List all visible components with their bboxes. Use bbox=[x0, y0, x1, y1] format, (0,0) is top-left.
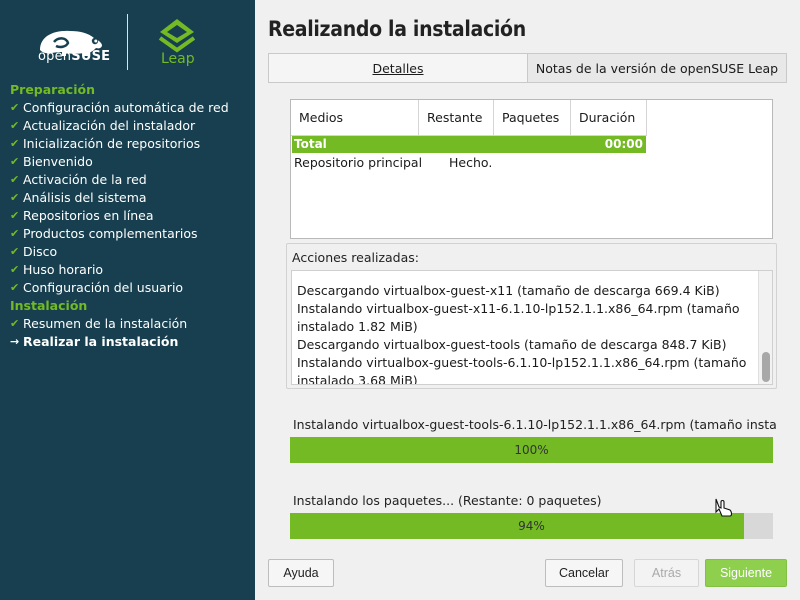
step-item: ✔ Bienvenido bbox=[10, 154, 93, 169]
step-item: ✔ Análisis del sistema bbox=[10, 190, 147, 205]
page-title: Realizando la instalación bbox=[268, 17, 526, 41]
step-item: ✔ Inicialización de repositorios bbox=[10, 136, 201, 151]
step-item: ✔ Repositorios en línea bbox=[10, 208, 154, 223]
log-scrollbar[interactable] bbox=[758, 271, 772, 384]
back-button[interactable]: Atrás bbox=[634, 559, 699, 587]
progress-percent: 94% bbox=[518, 519, 545, 533]
leap-wordmark: Leap bbox=[161, 51, 195, 67]
arrow-right-icon: → bbox=[10, 335, 20, 348]
progress-percent: 100% bbox=[514, 443, 549, 457]
column-header-restante[interactable]: Restante bbox=[419, 100, 494, 136]
check-icon: ✔ bbox=[10, 245, 20, 258]
check-icon: ✔ bbox=[10, 101, 20, 114]
log-line: instalado 3.68 MiB) bbox=[297, 373, 418, 385]
log-line: Instalando virtualbox-guest-x11-6.1.10-l… bbox=[297, 301, 740, 316]
step-item: ✔ Resumen de la instalación bbox=[10, 316, 188, 331]
check-icon: ✔ bbox=[10, 209, 20, 222]
opensuse-wordmark: openSUSE bbox=[38, 49, 111, 64]
check-icon: ✔ bbox=[10, 173, 20, 186]
check-icon: ✔ bbox=[10, 263, 20, 276]
repo-name: Repositorio principal bbox=[294, 155, 423, 170]
check-icon: ✔ bbox=[10, 119, 20, 132]
installation-steps: Preparación ✔ Configuración automática de… bbox=[10, 81, 250, 351]
check-icon: ✔ bbox=[10, 191, 20, 204]
step-section-instalacion: Instalación bbox=[10, 298, 88, 313]
total-label: Total bbox=[294, 137, 327, 151]
log-lines: Descargando virtualbox-guest-x11 (tamaño… bbox=[297, 271, 752, 385]
logo-area: openSUSE Leap bbox=[0, 0, 255, 82]
column-header-medios[interactable]: Medios bbox=[291, 100, 419, 136]
package-progress-label: Instalando virtualbox-guest-tools-6.1.10… bbox=[293, 417, 778, 432]
next-button[interactable]: Siguiente bbox=[705, 559, 787, 587]
total-row: Total 00:00 bbox=[292, 136, 646, 153]
mouse-cursor-icon bbox=[715, 498, 733, 517]
tab-release-notes[interactable]: Notas de la versión de openSUSE Leap bbox=[528, 53, 787, 83]
log-line: instalado 1.82 MiB) bbox=[297, 319, 418, 334]
log-line: Instalando virtualbox-guest-tools-6.1.10… bbox=[297, 355, 747, 370]
tab-label: Notas de la versión de openSUSE Leap bbox=[535, 61, 779, 76]
package-progress-bar: 100% bbox=[290, 437, 773, 463]
check-icon: ✔ bbox=[10, 317, 20, 330]
logo-divider bbox=[127, 14, 128, 70]
check-icon: ✔ bbox=[10, 227, 20, 240]
media-table: Medios Restante Paquetes Duración Total … bbox=[290, 99, 773, 239]
step-item: ✔ Configuración del usuario bbox=[10, 280, 184, 295]
log-line-partial bbox=[297, 271, 752, 282]
column-header-duracion[interactable]: Duración bbox=[571, 100, 647, 136]
step-item: ✔ Productos complementarios bbox=[10, 226, 198, 241]
sidebar: openSUSE Leap Preparación ✔ Configuración… bbox=[0, 0, 255, 600]
step-item: ✔ Actualización del instalador bbox=[10, 118, 196, 133]
total-progress-label: Instalando los paquetes... (Restante: 0 … bbox=[293, 493, 602, 508]
step-item-current: → Realizar la instalación bbox=[10, 334, 179, 349]
repo-status: Hecho. bbox=[449, 155, 493, 170]
actions-label: Acciones realizadas: bbox=[292, 250, 419, 265]
step-section-preparacion: Preparación bbox=[10, 82, 95, 97]
tab-detalles[interactable]: Detalles bbox=[268, 53, 528, 83]
step-item: ✔ Disco bbox=[10, 244, 58, 259]
step-item: ✔ Huso horario bbox=[10, 262, 104, 277]
total-time: 00:00 bbox=[604, 137, 643, 151]
log-line: Descargando virtualbox-guest-tools (tama… bbox=[297, 337, 727, 352]
tab-panel-border bbox=[268, 82, 787, 83]
help-button[interactable]: Ayuda bbox=[268, 559, 334, 587]
leap-logo-icon bbox=[158, 19, 196, 53]
check-icon: ✔ bbox=[10, 281, 20, 294]
tab-label: Detalles bbox=[372, 61, 424, 76]
actions-group: Acciones realizadas: Descargando virtual… bbox=[286, 243, 777, 389]
cancel-button[interactable]: Cancelar bbox=[545, 559, 623, 587]
log-line: Descargando virtualbox-guest-x11 (tamaño… bbox=[297, 283, 720, 298]
actions-log[interactable]: Descargando virtualbox-guest-x11 (tamaño… bbox=[291, 270, 773, 385]
step-item: ✔ Configuración automática de red bbox=[10, 100, 229, 115]
total-progress-bar: 94% bbox=[290, 513, 773, 539]
scrollbar-thumb[interactable] bbox=[762, 352, 770, 382]
tab-bar: Detalles Notas de la versión de openSUSE… bbox=[268, 53, 787, 83]
check-icon: ✔ bbox=[10, 155, 20, 168]
step-item: ✔ Activación de la red bbox=[10, 172, 147, 187]
column-header-paquetes[interactable]: Paquetes bbox=[494, 100, 571, 136]
table-row: Repositorio principal Hecho. bbox=[294, 154, 764, 172]
check-icon: ✔ bbox=[10, 137, 20, 150]
